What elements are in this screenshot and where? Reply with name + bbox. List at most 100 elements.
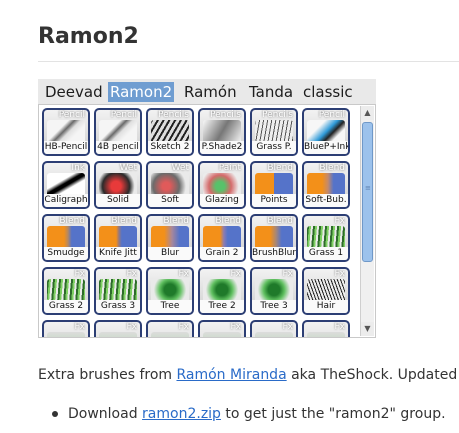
brush-preset-label: BrushBlur — [252, 247, 296, 260]
scroll-up-arrow-icon[interactable]: ▲ — [361, 106, 374, 120]
brush-category-tag: Fx — [178, 269, 189, 279]
brush-preset-button[interactable]: Fx Grass 3 — [94, 267, 142, 315]
brush-category-tag: Blend — [215, 216, 241, 226]
brush-category-tag: Pencil — [58, 110, 85, 120]
brush-preset-button[interactable]: Pencil 4B pencil — [94, 108, 142, 156]
brush-grid-scrollbar[interactable]: ▲ ≡ ▼ — [360, 106, 374, 336]
brush-category-tag: Fx — [334, 269, 345, 279]
brush-category-tag: Fx — [282, 322, 293, 332]
tab-ramon2[interactable]: Ramon2 — [108, 82, 175, 102]
brush-category-tag: Blend — [111, 216, 137, 226]
brush-preset-button[interactable]: Fx Tree 3 — [250, 267, 298, 315]
brush-preset-button[interactable]: Blend Blur — [146, 214, 194, 262]
brush-preset-button[interactable]: Paint Glazing — [198, 161, 246, 209]
tab-classic[interactable]: classic — [301, 82, 355, 102]
grip-icon: ≡ — [365, 184, 371, 192]
brush-preset-button[interactable]: Pencils Grass P. — [250, 108, 298, 156]
brush-preset-button[interactable]: Fx — [302, 320, 350, 337]
brush-preset-button[interactable]: Fx — [198, 320, 246, 337]
brush-preset-label: P.Shade2 — [200, 141, 244, 154]
brush-category-tag: Blend — [59, 216, 85, 226]
brush-category-tag: Pencils — [158, 110, 189, 120]
brush-preset-button[interactable]: Blend Points — [250, 161, 298, 209]
brush-preset-button[interactable]: Fx — [250, 320, 298, 337]
brush-preset-button[interactable]: Pencils P.Shade2 — [198, 108, 246, 156]
brush-preset-label: Solid — [96, 194, 140, 207]
fx-partial-icon — [151, 332, 189, 337]
brush-preset-button[interactable]: Ink Caligraph — [42, 161, 90, 209]
brush-category-tag: Pencils — [262, 110, 293, 120]
brush-grid: Pencil HB-Pencil Pencil 4B pencil Pencils Ske… — [38, 104, 376, 338]
brush-preset-button[interactable]: Pencils Sketch 2 — [146, 108, 194, 156]
brush-preset-button[interactable]: Fx Grass 2 — [42, 267, 90, 315]
brush-preset-button[interactable]: Blend Knife Jitt — [94, 214, 142, 262]
brush-preset-button[interactable]: Fx Tree — [146, 267, 194, 315]
brush-category-tag: Blend — [319, 163, 345, 173]
download-list-item: Download ramon2.zip to get just the "ram… — [52, 406, 446, 422]
fx-partial-icon — [47, 332, 85, 337]
brush-category-tag: Blend — [267, 163, 293, 173]
brush-preset-label: HB-Pencil — [44, 141, 88, 154]
brush-group-tabbar: Deevad Ramon2 Ramón Tanda classic — [38, 79, 376, 104]
brush-preset-label: Soft — [148, 194, 192, 207]
author-link[interactable]: Ramón Miranda — [176, 367, 286, 383]
description-text: Extra brushes from Ramón Miranda aka The… — [38, 367, 457, 383]
brush-preset-label: Grass 2 — [44, 300, 88, 313]
brush-category-tag: Fx — [230, 322, 241, 332]
fx-partial-icon — [203, 332, 241, 337]
brush-preset-button[interactable]: Fx Tree 2 — [198, 267, 246, 315]
brush-category-tag: Fx — [74, 322, 85, 332]
bullet-icon — [52, 411, 58, 417]
brush-category-tag: Pencil — [110, 110, 137, 120]
brush-category-tag: Pencils — [210, 110, 241, 120]
brush-preset-button[interactable]: Blend BrushBlur — [250, 214, 298, 262]
brush-preset-button[interactable]: Fx Hair — [302, 267, 350, 315]
brush-preset-button[interactable]: Blend Smudge — [42, 214, 90, 262]
brush-category-tag: Fx — [334, 322, 345, 332]
brush-preset-label: Tree 2 — [200, 300, 244, 313]
description-prefix: Extra brushes from — [38, 367, 177, 383]
brush-preset-button[interactable]: Pencil BlueP+Ink — [302, 108, 350, 156]
brush-preset-label: Smudge — [44, 247, 88, 260]
brush-preset-button[interactable]: Wet Soft — [146, 161, 194, 209]
brush-preset-button[interactable]: Pencil HB-Pencil — [42, 108, 90, 156]
brush-category-tag: Paint — [218, 163, 241, 173]
fx-partial-icon — [99, 332, 137, 337]
page-title: Ramon2 — [38, 24, 139, 49]
brush-category-tag: Fx — [126, 322, 137, 332]
description-suffix: aka TheShock. Updated — [286, 367, 458, 383]
brush-preset-label: Hair — [304, 300, 348, 313]
download-suffix: to get just the "ramon2" group. — [220, 406, 446, 422]
download-zip-link[interactable]: ramon2.zip — [142, 406, 221, 422]
brush-preset-label: Soft-Bub. — [304, 194, 348, 207]
brush-category-tag: Pencil — [318, 110, 345, 120]
brush-preset-label: Grass 3 — [96, 300, 140, 313]
brush-category-tag: Fx — [74, 269, 85, 279]
brush-preset-button[interactable]: Fx Grass 1 — [302, 214, 350, 262]
tab-tanda[interactable]: Tanda — [247, 82, 295, 102]
brush-preset-button[interactable]: Fx — [94, 320, 142, 337]
brush-category-tag: Blend — [163, 216, 189, 226]
brush-preset-label: Blur — [148, 247, 192, 260]
brush-preset-button[interactable]: Blend Soft-Bub. — [302, 161, 350, 209]
brush-preset-button[interactable]: Fx — [42, 320, 90, 337]
tab-deevad[interactable]: Deevad — [43, 82, 105, 102]
brush-preset-label: Sketch 2 — [148, 141, 192, 154]
brush-preset-label: Grass 1 — [304, 247, 348, 260]
tab-ramon[interactable]: Ramón — [182, 82, 239, 102]
brush-category-tag: Fx — [178, 322, 189, 332]
brush-preset-label: Points — [252, 194, 296, 207]
scroll-down-arrow-icon[interactable]: ▼ — [361, 322, 374, 336]
brush-preset-label: Knife Jitt — [96, 247, 140, 260]
brush-preset-button[interactable]: Fx — [146, 320, 194, 337]
download-prefix: Download — [68, 406, 143, 422]
brush-category-tag: Ink — [71, 163, 85, 173]
brush-preset-label: Grain 2 — [200, 247, 244, 260]
brush-group-widget: Deevad Ramon2 Ramón Tanda classic Pencil… — [38, 79, 376, 338]
brush-preset-button[interactable]: Wet Solid — [94, 161, 142, 209]
scroll-thumb[interactable]: ≡ — [362, 122, 373, 262]
brush-preset-label: Grass P. — [252, 141, 296, 154]
brush-preset-button[interactable]: Blend Grain 2 — [198, 214, 246, 262]
brush-preset-label: Caligraph — [44, 194, 88, 207]
brush-category-tag: Wet — [171, 163, 189, 173]
